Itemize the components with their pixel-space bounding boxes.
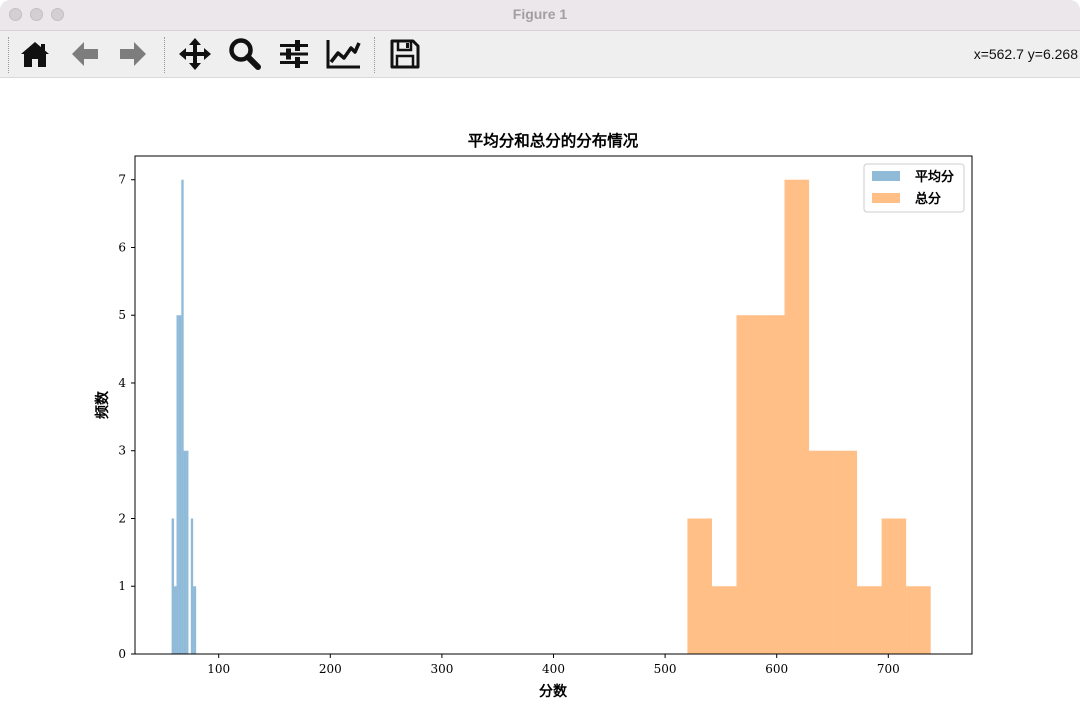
- y-axis-ticks: 0 1 2 3 4 5 6 7: [118, 173, 135, 661]
- toolbar-separator: [374, 37, 375, 73]
- histogram-bar-average-9: [193, 586, 197, 654]
- histogram-bar-total-9: [906, 586, 931, 654]
- back-button[interactable]: [67, 37, 103, 71]
- histogram-bar-average-0: [171, 518, 175, 654]
- x-tick-label: 600: [765, 662, 788, 676]
- figure-canvas[interactable]: 平均分和总分的分布情况 100 200 300 400 500 600 700 0 1 2 3 4 5…: [0, 78, 1080, 726]
- cursor-coordinates-readout: x=562.7 y=6.268: [973, 46, 1078, 62]
- y-axis-label: 频数: [94, 390, 111, 419]
- toolbar-separator: [8, 37, 9, 73]
- y-tick-label: 3: [118, 444, 126, 458]
- y-tick-label: 6: [118, 240, 126, 254]
- chart-title: 平均分和总分的分布情况: [468, 131, 639, 150]
- edit-axis-line-icon: [326, 40, 361, 69]
- title-bar: Figure 1: [0, 0, 1080, 31]
- save-floppy-icon: [390, 39, 420, 69]
- pan-move-icon: [179, 38, 211, 70]
- configure-subplots-icon: [280, 40, 308, 68]
- histogram-bars: [171, 179, 931, 654]
- window-title: Figure 1: [512, 6, 568, 22]
- y-tick-label: 7: [118, 173, 126, 187]
- x-tick-label: 400: [542, 662, 565, 676]
- histogram-bar-total-5: [809, 450, 834, 654]
- zoom-magnifier-icon: [229, 38, 261, 70]
- histogram-bar-total-6: [833, 450, 858, 654]
- histogram-bar-average-2: [176, 315, 179, 654]
- x-axis-label: 分数: [539, 683, 568, 700]
- y-tick-label: 0: [118, 647, 126, 661]
- pan-button[interactable]: [177, 37, 213, 71]
- legend-label: 总分: [915, 191, 941, 207]
- legend-label: 平均分: [915, 169, 954, 185]
- y-tick-label: 2: [118, 511, 126, 525]
- toolbar-separator: [164, 37, 165, 73]
- x-tick-label: 500: [654, 662, 677, 676]
- x-tick-label: 700: [877, 662, 900, 676]
- histogram-bar-average-8: [190, 518, 194, 654]
- legend-swatch: [872, 193, 900, 203]
- home-icon: [21, 42, 49, 67]
- histogram-bar-total-3: [761, 315, 785, 654]
- configure-subplots-button[interactable]: [276, 37, 312, 71]
- histogram-bar-total-0: [687, 518, 712, 654]
- histogram-bar-total-4: [784, 179, 810, 654]
- save-button[interactable]: [387, 37, 423, 71]
- figure-window: Figure 1 x=562.7 y=6.268 平均分和总分的分布情况 100…: [0, 0, 1080, 726]
- legend: 平均分总分: [863, 163, 965, 213]
- x-axis-ticks: 100 200 300 400 500 600 700: [207, 654, 900, 676]
- navigation-toolbar: x=562.7 y=6.268: [0, 31, 1080, 78]
- histogram-bar-average-3: [178, 315, 182, 654]
- home-button[interactable]: [17, 37, 53, 71]
- x-tick-label: 100: [207, 662, 230, 676]
- legend-swatch: [872, 171, 900, 181]
- histogram-bar-total-2: [736, 315, 762, 654]
- histogram-bar-total-1: [711, 586, 737, 654]
- back-arrow-icon: [72, 42, 98, 66]
- forward-arrow-icon: [120, 42, 146, 66]
- x-tick-label: 200: [319, 662, 342, 676]
- y-tick-label: 4: [118, 376, 126, 390]
- histogram-bar-average-6: [186, 450, 189, 654]
- histogram-bar-average-1: [174, 586, 177, 654]
- histogram-bar-total-7: [857, 586, 882, 654]
- zoom-button[interactable]: [226, 37, 262, 71]
- histogram-chart[interactable]: 平均分和总分的分布情况 100 200 300 400 500 600 700 0 1 2 3 4 5…: [0, 78, 1080, 726]
- histogram-bar-average-5: [183, 450, 187, 654]
- histogram-bar-total-8: [881, 518, 907, 654]
- edit-axis-button[interactable]: [326, 37, 362, 71]
- y-tick-label: 1: [118, 579, 126, 593]
- forward-button[interactable]: [115, 37, 151, 71]
- histogram-bar-average-4: [181, 179, 184, 654]
- x-tick-label: 300: [430, 662, 453, 676]
- y-tick-label: 5: [118, 308, 126, 322]
